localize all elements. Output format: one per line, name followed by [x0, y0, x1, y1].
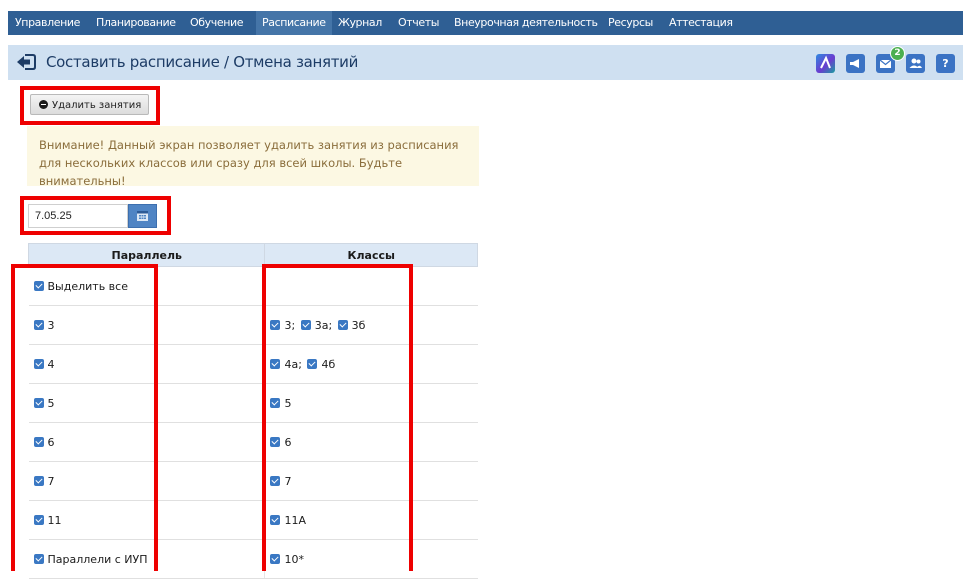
- page-header: Составить расписание / Отмена занятий 2 …: [8, 45, 963, 80]
- nav-item-education[interactable]: Обучение: [190, 11, 244, 35]
- highlight-box-delete: [20, 86, 160, 125]
- nav-item-management[interactable]: Управление: [15, 11, 80, 35]
- page-title: Составить расписание / Отмена занятий: [46, 53, 359, 71]
- nav-item-attestation[interactable]: Аттестация: [669, 11, 733, 35]
- highlight-box-classes: [262, 264, 413, 571]
- mail-count-badge: 2: [890, 46, 905, 61]
- nav-item-resources[interactable]: Ресурсы: [608, 11, 653, 35]
- nav-item-schedule[interactable]: Расписание: [256, 11, 332, 35]
- announcement-icon[interactable]: [846, 54, 865, 73]
- app-logo-icon[interactable]: [816, 54, 835, 73]
- back-arrow-icon[interactable]: [16, 53, 36, 71]
- nav-item-journal[interactable]: Журнал: [338, 11, 382, 35]
- warning-alert: Внимание! Данный экран позволяет удалить…: [27, 126, 479, 188]
- nav-item-planning[interactable]: Планирование: [96, 11, 176, 35]
- highlight-box-date: [20, 196, 171, 235]
- help-icon[interactable]: ?: [936, 54, 955, 73]
- highlight-box-parallels: [11, 264, 158, 571]
- nav-item-reports[interactable]: Отчеты: [398, 11, 439, 35]
- users-icon[interactable]: [906, 54, 925, 73]
- top-navigation: Управление Планирование Обучение Расписа…: [8, 11, 963, 35]
- nav-item-extracurricular[interactable]: Внеурочная деятельность: [454, 11, 598, 35]
